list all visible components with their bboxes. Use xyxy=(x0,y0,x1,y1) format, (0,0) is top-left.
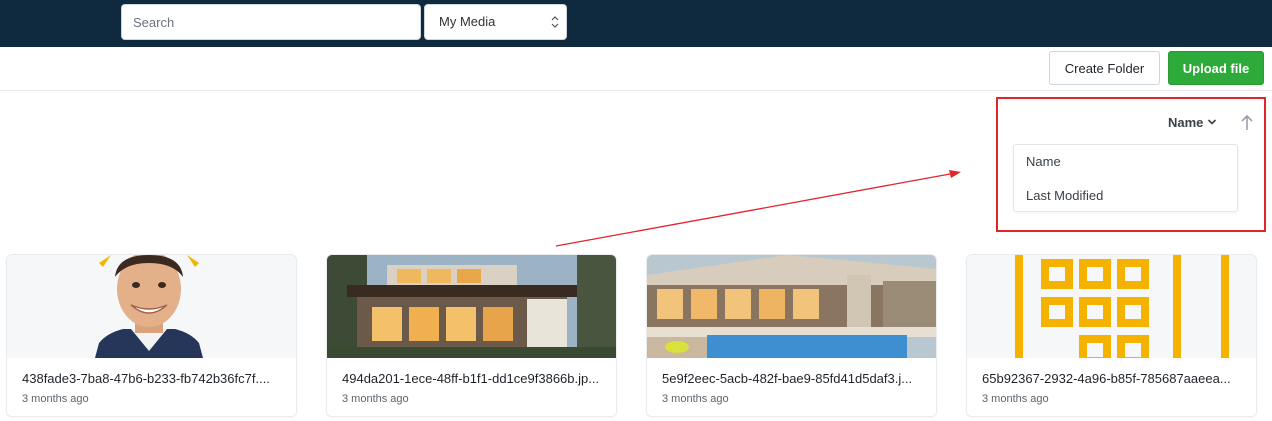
media-scope-selected: My Media xyxy=(439,14,496,29)
file-thumbnail xyxy=(7,255,296,358)
file-thumbnail xyxy=(967,255,1256,358)
yellow-pattern-image-icon xyxy=(967,255,1256,358)
file-card[interactable]: 65b92367-2932-4a96-b85f-785687aaeea... 3… xyxy=(966,254,1257,417)
create-folder-button[interactable]: Create Folder xyxy=(1049,51,1160,85)
upload-file-button[interactable]: Upload file xyxy=(1168,51,1264,85)
updown-chevron-icon xyxy=(551,16,559,28)
file-name[interactable]: 5e9f2eec-5acb-482f-bae9-85fd41d5daf3.j..… xyxy=(662,371,924,386)
file-modified: 3 months ago xyxy=(982,393,1049,405)
file-card[interactable]: 5e9f2eec-5acb-482f-bae9-85fd41d5daf3.j..… xyxy=(646,254,937,417)
toolbar-divider xyxy=(0,90,1272,91)
house-pool-photo-icon xyxy=(647,255,936,358)
file-name[interactable]: 494da201-1ece-48ff-b1f1-dd1ce9f3866b.jp.… xyxy=(342,371,604,386)
file-name[interactable]: 65b92367-2932-4a96-b85f-785687aaeea... xyxy=(982,371,1244,386)
media-scope-select[interactable]: My Media xyxy=(424,4,567,40)
portrait-worker-photo-icon xyxy=(7,255,296,358)
file-modified: 3 months ago xyxy=(22,393,89,405)
annotation-highlight-box xyxy=(996,97,1266,232)
file-modified: 3 months ago xyxy=(662,393,729,405)
file-modified: 3 months ago xyxy=(342,393,409,405)
search-input[interactable] xyxy=(121,4,421,40)
file-thumbnail xyxy=(647,255,936,358)
modern-house-photo-icon xyxy=(327,255,616,358)
file-thumbnail xyxy=(327,255,616,358)
file-name[interactable]: 438fade3-7ba8-47b6-b233-fb742b36fc7f.... xyxy=(22,371,284,386)
file-card[interactable]: 438fade3-7ba8-47b6-b233-fb742b36fc7f....… xyxy=(6,254,297,417)
file-card[interactable]: 494da201-1ece-48ff-b1f1-dd1ce9f3866b.jp.… xyxy=(326,254,617,417)
